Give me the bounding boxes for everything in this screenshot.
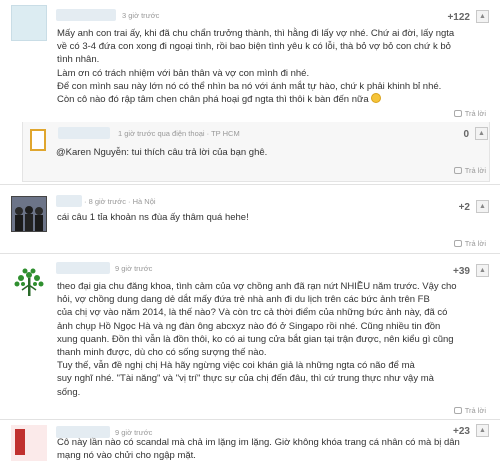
reply-button[interactable]: Trả lời [453, 109, 486, 118]
comment-text: cái câu 1 tỉa khoản ns đùa ấy thâm quá h… [57, 212, 249, 223]
comment-text: Cô này lần nào có scandal mà chả im lặng… [57, 437, 460, 462]
avatar[interactable] [11, 196, 47, 232]
comment-time: 1 giờ trước qua điện thoại · TP HCM [118, 129, 240, 138]
author-name[interactable] [56, 9, 116, 21]
author-name[interactable] [56, 195, 82, 207]
reply-button[interactable]: Trả lời [453, 406, 486, 415]
comment-time: 3 giờ trước [122, 11, 160, 20]
like-count: 0 [463, 129, 469, 140]
like-button[interactable]: ▲ [476, 200, 489, 213]
comment-text: Mấy anh con trai ấy, khi đã chu chẩn trư… [57, 28, 455, 106]
like-count: +122 [447, 12, 470, 23]
comment-time: 9 giờ trước [115, 264, 153, 273]
reply-icon [453, 240, 462, 247]
reply-icon [453, 407, 462, 414]
nested-reply: 1 giờ trước qua điện thoại · TP HCM 0 ▲ … [22, 122, 490, 182]
author-name[interactable] [58, 127, 110, 139]
comment-text: theo đại gia chu đăng khoa, tình cảm của… [57, 281, 457, 398]
avatar[interactable] [11, 5, 47, 41]
group-photo-icon [12, 197, 46, 231]
like-button[interactable]: ▲ [475, 127, 488, 140]
avatar[interactable] [30, 129, 46, 151]
smile-emoji-icon [371, 93, 382, 104]
like-button[interactable]: ▲ [476, 424, 489, 437]
like-count: +2 [458, 202, 470, 213]
avatar[interactable] [11, 425, 47, 461]
like-count: +39 [453, 266, 470, 277]
avatar[interactable] [11, 265, 47, 301]
comment-4: 9 giờ trước +39 ▲ theo đại gia chu đăng … [0, 254, 500, 420]
like-button[interactable]: ▲ [476, 10, 489, 23]
reply-icon [453, 110, 462, 117]
comment-3: · 8 giờ trước · Hà Nội +2 ▲ cái câu 1 tỉ… [0, 184, 500, 254]
comment-text: @Karen Nguyễn: tui thích câu trả lời của… [56, 147, 268, 158]
author-name[interactable] [56, 262, 110, 274]
comment-1: 3 giờ trước +122 ▲ Mấy anh con trai ấy, … [0, 0, 500, 120]
reply-button[interactable]: Trả lời [453, 239, 486, 248]
reply-button[interactable]: Trả lời [453, 166, 486, 175]
comment-time: · 8 giờ trước · Hà Nội [84, 197, 156, 206]
tree-logo-icon [14, 268, 44, 296]
like-button[interactable]: ▲ [476, 264, 489, 277]
reply-icon [453, 167, 462, 174]
red-logo-icon [11, 425, 47, 461]
comment-5: 9 giờ trước +23 ▲ Cô này lần nào có scan… [0, 420, 500, 463]
